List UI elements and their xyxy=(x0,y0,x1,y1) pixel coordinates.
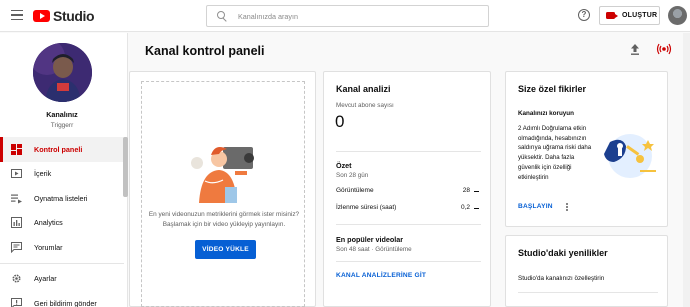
channel-title: Kanalınız xyxy=(46,110,78,119)
sidebar-item-feedback[interactable]: Geri bildirim gönder xyxy=(0,291,124,307)
youtube-logo-icon xyxy=(33,10,50,22)
video-creator-illustration xyxy=(191,147,254,203)
watch-time-value: 0,2 xyxy=(460,204,470,211)
sidebar-nav: Kontrol paneli İçerik Oynatma listeleri … xyxy=(0,137,124,307)
sidebar: Kanalınız Triggerr Kontrol paneli İçerik… xyxy=(0,33,128,307)
sidebar-item-label: Yorumlar xyxy=(34,242,63,252)
analytics-icon xyxy=(11,217,22,229)
security-key-illustration xyxy=(604,134,656,178)
content-icon xyxy=(11,169,22,179)
upload-prompt-line2: Başlamak için bir video yükleyip yayınla… xyxy=(162,221,286,228)
analytics-title: Kanal analizi xyxy=(336,84,391,94)
popular-videos-title: En popüler videolar xyxy=(336,235,404,244)
gear-icon xyxy=(12,274,21,283)
ideas-title: Size özel fikirler xyxy=(518,84,587,94)
sidebar-item-label: Ayarlar xyxy=(34,274,57,284)
divider xyxy=(518,292,658,293)
go-live-icon[interactable] xyxy=(656,42,672,56)
sidebar-item-playlists[interactable]: Oynatma listeleri xyxy=(0,186,124,211)
popular-videos-subtitle: Son 48 saat · Görüntüleme xyxy=(336,246,412,253)
views-value: 28 xyxy=(462,187,470,194)
comments-icon xyxy=(11,241,22,253)
watch-time-label: İzlenme süresi (saat) xyxy=(336,204,397,211)
upload-icon[interactable] xyxy=(628,42,642,56)
video-camera-icon xyxy=(606,12,615,19)
get-started-button[interactable]: BAŞLAYIN xyxy=(518,203,553,210)
sidebar-item-dashboard[interactable]: Kontrol paneli xyxy=(0,137,124,162)
sidebar-item-content[interactable]: İçerik xyxy=(0,162,124,187)
sidebar-item-label: Analytics xyxy=(34,218,63,228)
sidebar-item-label: Kontrol paneli xyxy=(34,144,83,154)
search-icon[interactable] xyxy=(217,10,228,22)
more-options-icon[interactable] xyxy=(565,202,569,214)
whats-new-card xyxy=(505,235,668,307)
ideas-subtitle: Kanalınızı koruyun xyxy=(518,110,574,117)
search-box[interactable] xyxy=(206,5,489,27)
page-title: Kanal kontrol paneli xyxy=(145,44,265,58)
upload-prompt-line1: En yeni videonuzun metriklerini görmek i… xyxy=(148,211,300,218)
whats-new-item[interactable]: Studio'da kanalınızı özelleştirin xyxy=(518,275,604,282)
account-avatar[interactable] xyxy=(668,6,687,25)
search-input[interactable] xyxy=(238,11,478,21)
views-label: Görüntüleme xyxy=(336,187,374,194)
sidebar-item-settings[interactable]: Ayarlar xyxy=(0,267,124,292)
help-icon[interactable]: ? xyxy=(578,9,590,21)
create-label: OLUŞTUR xyxy=(622,12,658,19)
summary-title: Özet xyxy=(336,161,352,170)
subscribers-label: Mevcut abone sayısı xyxy=(336,102,394,109)
summary-period: Son 28 gün xyxy=(336,172,369,179)
dashboard-icon xyxy=(11,143,22,155)
create-button[interactable]: OLUŞTUR xyxy=(599,6,660,25)
ideas-body: 2 Adımlı Doğrulama etkin olmadığında, he… xyxy=(518,125,592,181)
sidebar-scrollbar[interactable] xyxy=(123,137,128,197)
divider xyxy=(336,224,481,225)
sidebar-item-comments[interactable]: Yorumlar xyxy=(0,235,124,260)
channel-handle: Triggerr xyxy=(50,122,74,129)
divider xyxy=(336,151,481,152)
subscribers-value: 0 xyxy=(335,112,345,131)
views-trend-icon xyxy=(474,191,479,192)
upload-prompt: En yeni videonuzun metriklerini görmek i… xyxy=(142,210,306,230)
sidebar-item-label: Oynatma listeleri xyxy=(34,193,88,203)
channel-avatar[interactable] xyxy=(33,43,92,102)
page-scrollbar-track[interactable] xyxy=(683,33,690,307)
sidebar-item-label: Geri bildirim gönder xyxy=(34,298,97,307)
whats-new-title: Studio'daki yenilikler xyxy=(518,248,608,258)
upload-video-button[interactable]: VİDEO YÜKLE xyxy=(195,240,256,259)
sidebar-item-label: İçerik xyxy=(34,169,52,179)
watch-time-trend-icon xyxy=(474,208,479,209)
sidebar-divider xyxy=(0,262,124,264)
divider xyxy=(336,261,481,262)
sidebar-item-analytics[interactable]: Analytics xyxy=(0,211,124,236)
feedback-icon xyxy=(11,297,22,307)
studio-logo[interactable]: Studio xyxy=(33,8,95,24)
go-to-analytics-link[interactable]: KANAL ANALİZLERİNE GİT xyxy=(336,272,426,279)
hamburger-menu-icon[interactable] xyxy=(11,10,23,20)
playlist-icon xyxy=(11,194,22,204)
top-bar: Studio ? OLUŞTUR xyxy=(0,0,690,32)
logo-text: Studio xyxy=(53,8,95,24)
